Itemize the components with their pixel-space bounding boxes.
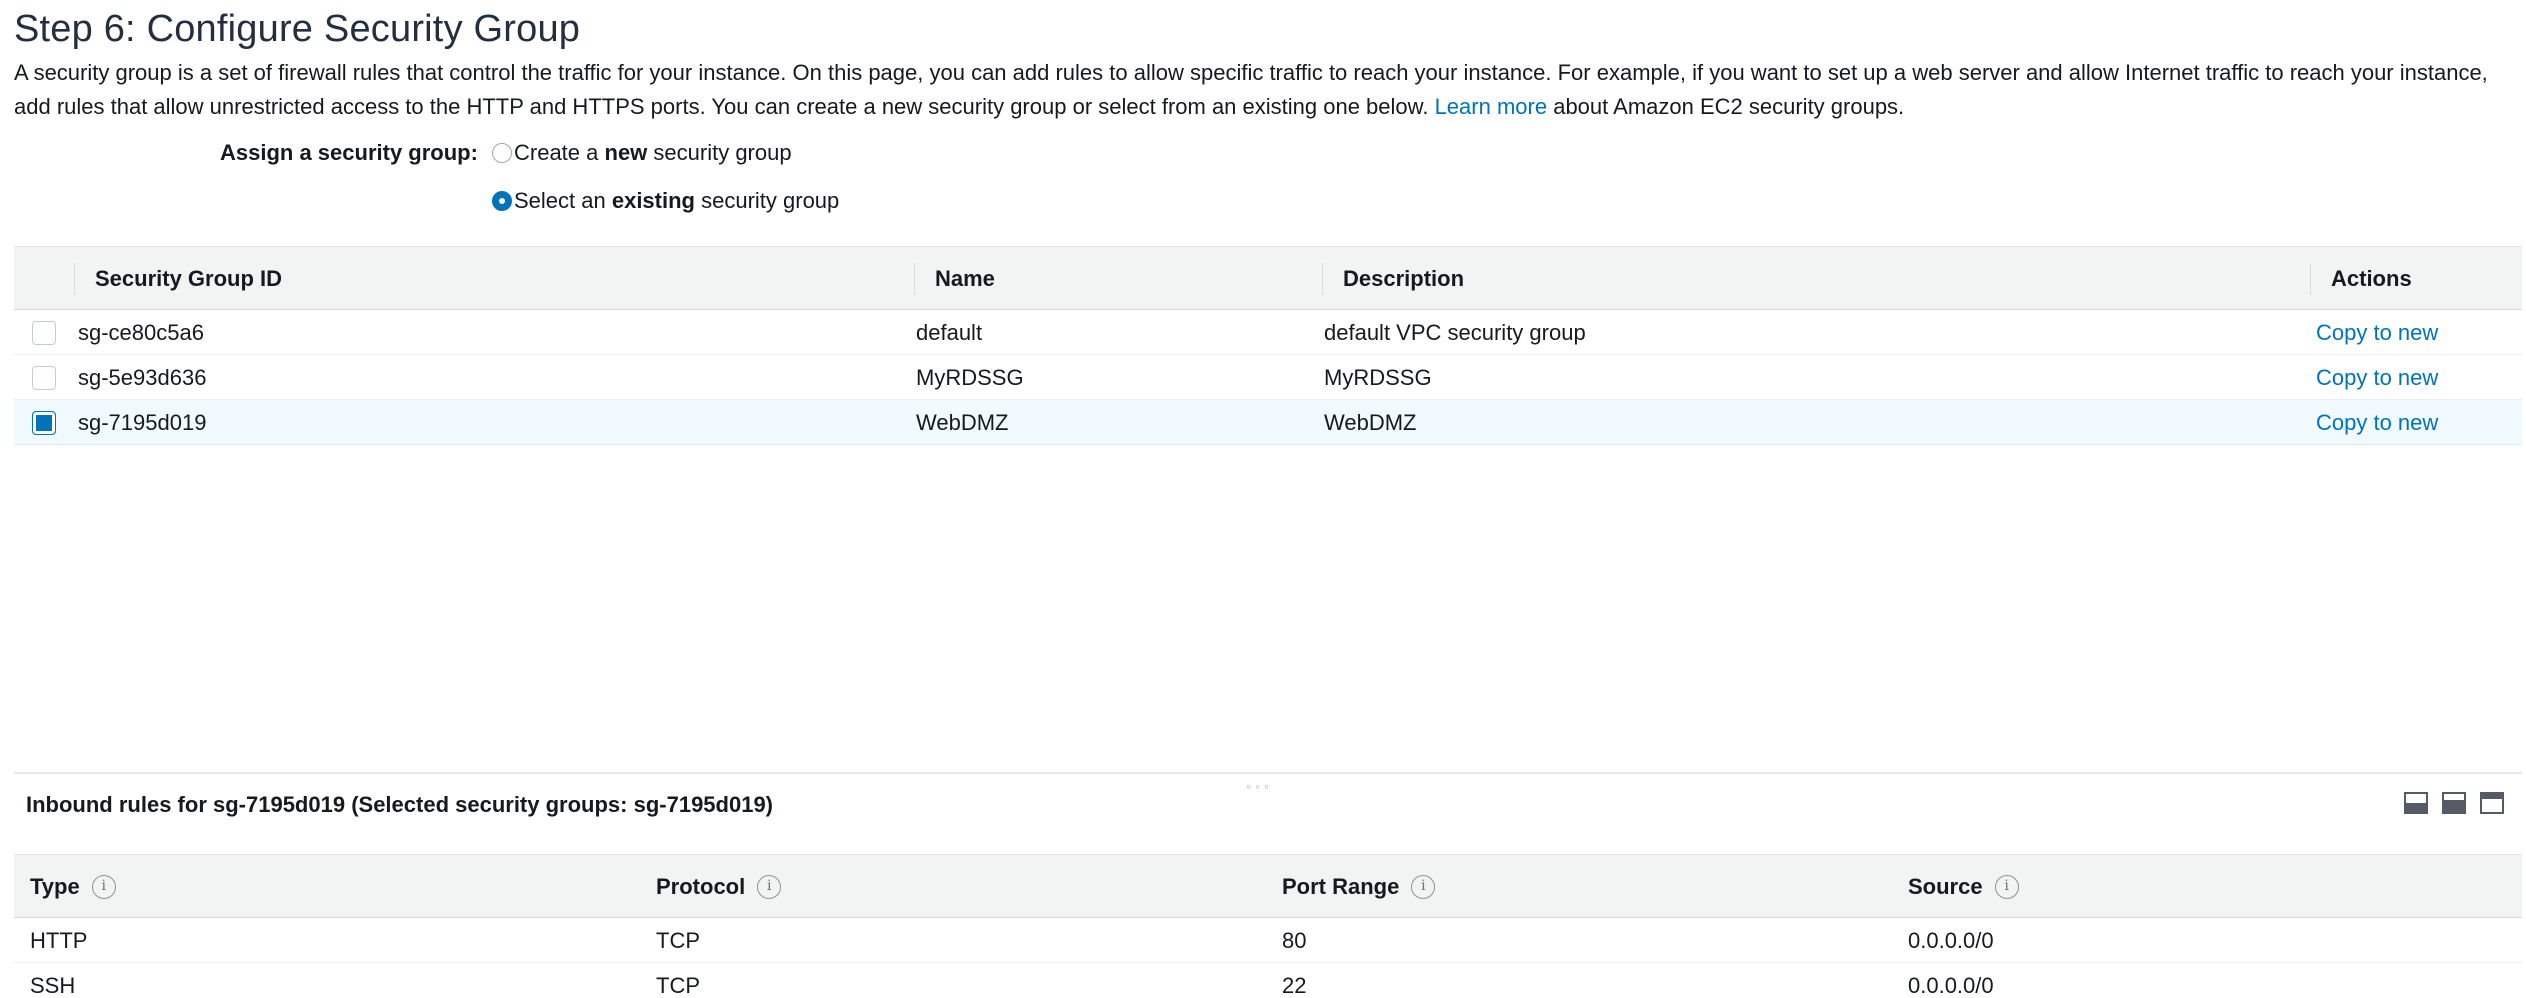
inbound-rules-title: Inbound rules for sg-7195d019 (Selected … [26, 792, 774, 817]
assign-security-group-label: Assign a security group: [220, 140, 478, 165]
table-row[interactable]: sg-ce80c5a6 default default VPC security… [14, 310, 2522, 355]
sg-name: MyRDSSG [916, 365, 1024, 390]
sg-description: default VPC security group [1324, 320, 1586, 345]
sg-id: sg-5e93d636 [78, 365, 207, 390]
rule-protocol: TCP [656, 928, 700, 953]
sg-id: sg-ce80c5a6 [78, 320, 204, 345]
col-header-security-group-id[interactable]: Security Group ID [74, 263, 282, 295]
rule-protocol: TCP [656, 973, 700, 998]
resize-handle-icon[interactable]: ◦◦◦ [1246, 778, 1273, 794]
col-header-description[interactable]: Description [1322, 263, 1464, 295]
panel-maximize-icon[interactable] [2480, 792, 2504, 814]
sg-description: MyRDSSG [1324, 365, 1432, 390]
learn-more-link[interactable]: Learn more [1435, 94, 1548, 119]
panel-view-controls [2404, 792, 2504, 814]
copy-to-new-link[interactable]: Copy to new [2316, 310, 2438, 355]
col-header-actions: Actions [2310, 263, 2412, 295]
security-groups-table-header: Security Group ID Name Description Actio… [14, 246, 2522, 310]
col-header-protocol: Protocol i [656, 855, 782, 919]
rule-port-range: 22 [1282, 973, 1307, 998]
table-row[interactable]: sg-5e93d636 MyRDSSG MyRDSSG Copy to new [14, 355, 2522, 400]
panel-divider [14, 772, 2522, 774]
panel-split-icon[interactable] [2442, 792, 2466, 814]
panel-minimize-icon[interactable] [2404, 792, 2428, 814]
create-new-sg-option[interactable]: Create a new security group [492, 140, 792, 166]
info-icon[interactable]: i [757, 875, 782, 899]
info-icon[interactable]: i [1994, 875, 2019, 899]
create-new-sg-label: Create a new security group [514, 140, 792, 165]
inbound-rules-table: Type i Protocol i Port Range i Source i HTTP… [14, 854, 2522, 998]
table-row: SSH TCP 22 0.0.0.0/0 [14, 963, 2522, 998]
page-title: Step 6: Configure Security Group [14, 8, 581, 50]
col-header-source: Source i [1908, 855, 2019, 919]
col-header-name[interactable]: Name [914, 263, 995, 295]
rule-type: SSH [30, 973, 76, 998]
sg-description: WebDMZ [1324, 410, 1417, 435]
row-checkbox-checked[interactable] [32, 411, 56, 435]
create-new-sg-radio[interactable] [492, 143, 512, 163]
info-icon[interactable]: i [91, 875, 116, 899]
select-existing-sg-label: Select an existing security group [514, 188, 840, 213]
sg-name: default [916, 320, 983, 345]
col-header-port-range: Port Range i [1282, 855, 1436, 919]
security-groups-table: Security Group ID Name Description Actio… [14, 246, 2522, 445]
intro-paragraph: A security group is a set of firewall ru… [14, 56, 2494, 124]
rule-source: 0.0.0.0/0 [1908, 973, 1994, 998]
row-checkbox[interactable] [32, 366, 56, 390]
select-existing-sg-option[interactable]: Select an existing security group [492, 188, 839, 214]
rule-source: 0.0.0.0/0 [1908, 928, 1994, 953]
info-icon[interactable]: i [1411, 875, 1436, 899]
sg-id: sg-7195d019 [78, 410, 207, 435]
copy-to-new-link[interactable]: Copy to new [2316, 400, 2438, 445]
intro-suffix: about Amazon EC2 security groups. [1553, 94, 1905, 119]
rule-port-range: 80 [1282, 928, 1307, 953]
rule-type: HTTP [30, 928, 88, 953]
table-row: HTTP TCP 80 0.0.0.0/0 [14, 918, 2522, 963]
intro-text: A security group is a set of firewall ru… [14, 60, 2488, 119]
inbound-rules-header: Type i Protocol i Port Range i Source i [14, 854, 2522, 918]
sg-name: WebDMZ [916, 410, 1009, 435]
row-checkbox[interactable] [32, 321, 56, 345]
select-existing-sg-radio[interactable] [492, 191, 512, 211]
copy-to-new-link[interactable]: Copy to new [2316, 355, 2438, 400]
table-row-selected[interactable]: sg-7195d019 WebDMZ WebDMZ Copy to new [14, 400, 2522, 445]
col-header-type: Type i [30, 855, 116, 919]
